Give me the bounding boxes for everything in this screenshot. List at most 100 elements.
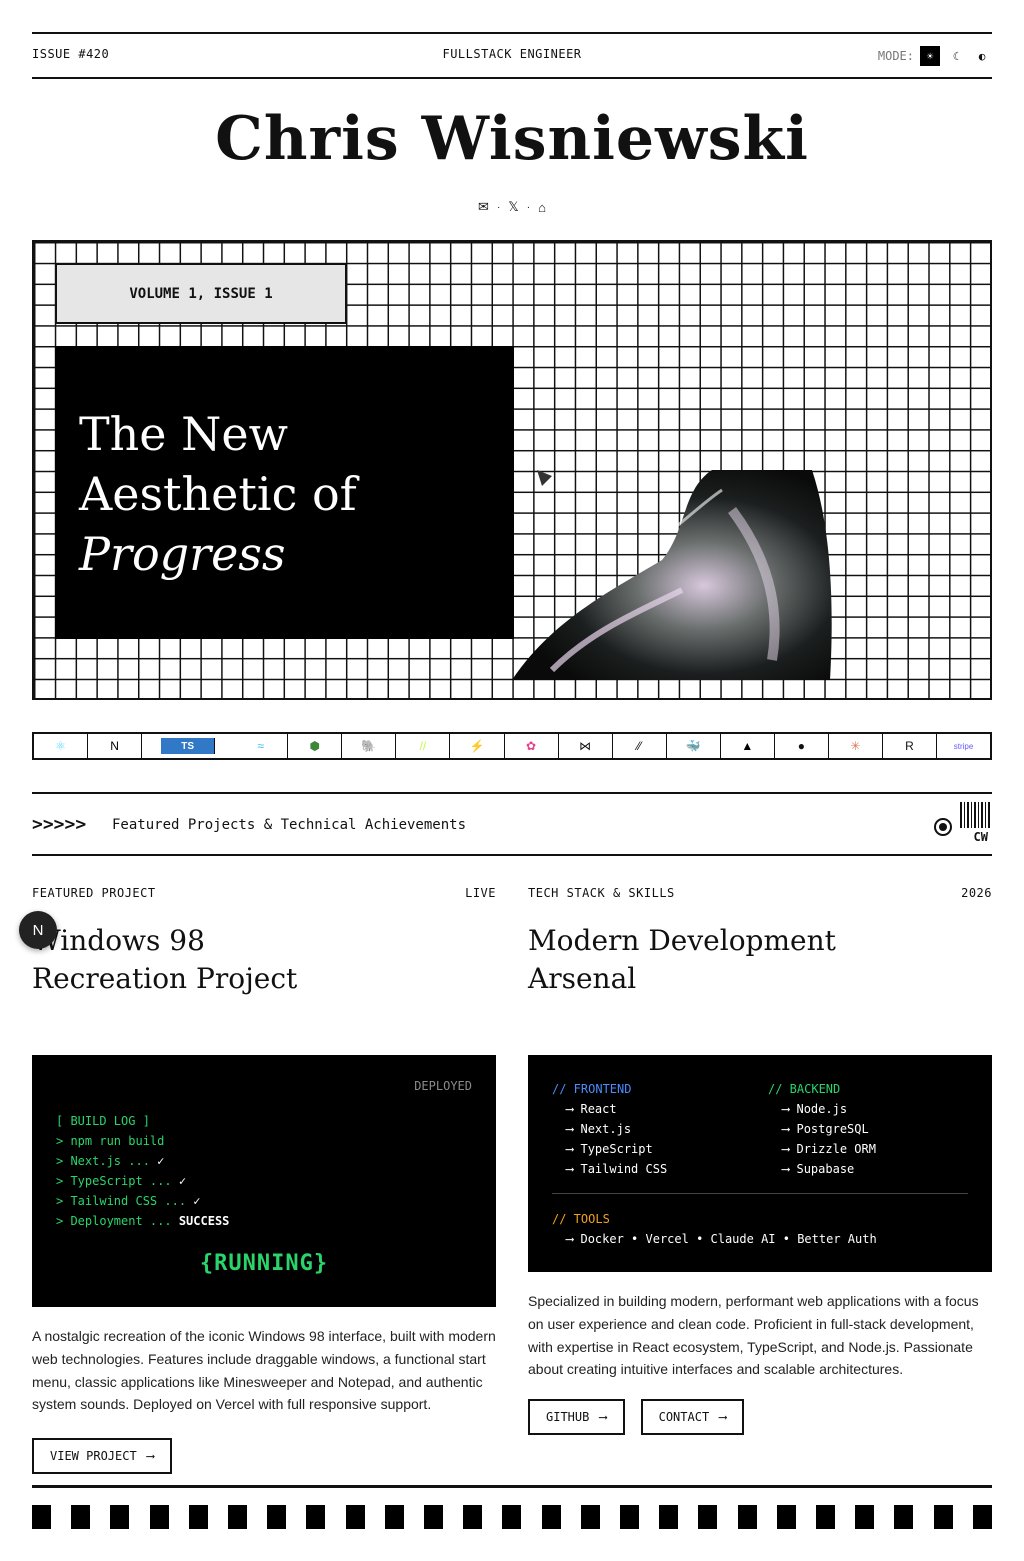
contact-button[interactable]: CONTACT ⟶ [640,1399,745,1436]
stack-item: ⟶ Supabase [782,1162,855,1176]
project-title-line-2: Recreation Project [32,962,298,995]
headline: The New Aesthetic of Progress [79,404,357,584]
github-label: GITHUB [546,1410,590,1425]
deployed-label: DEPLOYED [414,1079,472,1093]
role-title: FULLSTACK ENGINEER [442,47,582,61]
email-icon[interactable]: ✉ [478,199,489,215]
github-icon[interactable]: ⌂ [538,200,546,215]
build-terminal: DEPLOYED [ BUILD LOG ] > npm run build >… [32,1055,496,1307]
checker-square [894,1505,914,1529]
project-title: Windows 98 Recreation Project [32,922,496,998]
checker-square [228,1505,248,1529]
tools-group: // TOOLS ⟶ Docker • Vercel • Claude AI •… [552,1209,877,1249]
build-log: [ BUILD LOG ] > npm run build > Next.js … [56,1111,229,1231]
skills-title-line-2: Arsenal [528,962,637,995]
checker-square [659,1505,679,1529]
checker-square [188,1505,208,1529]
nextjs-devtools-button[interactable]: N [19,911,57,949]
contrast-mode-button[interactable]: ◐ [972,46,992,66]
frontend-group: // FRONTEND ⟶ React ⟶ Next.js ⟶ TypeScri… [552,1079,667,1179]
nextjs-icon: N [88,734,143,758]
divider [552,1193,968,1194]
light-mode-button[interactable]: ☀ [920,46,940,66]
backend-heading: // BACKEND [768,1082,841,1096]
barcode-label: CW [973,830,988,844]
hero-grid: VOLUME 1, ISSUE 1 The New Aesthetic of P… [32,240,992,700]
running-status: {RUNNING} [199,1251,329,1276]
banner-arrows: >>>>> [32,814,87,835]
featured-project: FEATURED PROJECT LIVE Windows 98 Recreat… [32,886,496,1475]
github-button[interactable]: GITHUB ⟶ [528,1399,625,1436]
top-bar: ISSUE #420 FULLSTACK ENGINEER MODE: ☀ ☾ … [32,32,992,79]
contact-label: CONTACT [658,1410,710,1425]
stack-terminal: // FRONTEND ⟶ React ⟶ Next.js ⟶ TypeScri… [528,1055,992,1272]
stack-item: ⟶ TypeScript [566,1142,653,1156]
view-project-label: VIEW PROJECT [50,1449,137,1464]
checker-square [698,1505,718,1529]
check-icon: ✓ [178,1174,187,1188]
frontend-heading: // FRONTEND [552,1082,632,1096]
site-title: Chris Wisniewski [215,104,809,174]
log-line: [ BUILD LOG ] [56,1114,150,1128]
stack-item: ⟶ Next.js [566,1122,632,1136]
checker-square [620,1505,640,1529]
skills-title: Modern Development Arsenal [528,922,992,998]
check-icon: ✓ [157,1154,165,1168]
volume-badge: VOLUME 1, ISSUE 1 [55,263,347,324]
mode-label: MODE: [877,49,914,63]
skills-kicker-label: TECH STACK & SKILLS [528,886,675,900]
x-twitter-icon[interactable]: 𝕏 [508,199,518,215]
checker-square [267,1505,287,1529]
checker-square [776,1505,796,1529]
view-project-button[interactable]: VIEW PROJECT ⟶ [32,1438,172,1475]
mode-switcher: MODE: ☀ ☾ ◐ [878,46,992,66]
stack-item: ⟶ Drizzle ORM [782,1142,876,1156]
checker-square [855,1505,875,1529]
barcode-icon [960,802,992,828]
tailwind-icon: ≈ [234,734,289,758]
vercel-icon: ▲ [721,734,775,758]
checker-square [149,1505,169,1529]
dark-mode-button[interactable]: ☾ [946,46,966,66]
drizzle-icon: // [396,734,451,758]
target-icon [934,818,952,836]
checker-square [463,1505,483,1529]
stack-item: ⟶ Tailwind CSS [566,1162,668,1176]
project-description: A nostalgic recreation of the iconic Win… [32,1328,496,1413]
backend-group: // BACKEND ⟶ Node.js ⟶ PostgreSQL ⟶ Driz… [768,1079,876,1179]
arrow-right-icon: ⟶ [719,1410,727,1425]
claude-icon: ✳ [829,734,883,758]
skills-description: Specialized in building modern, performa… [528,1293,979,1378]
checker-square [71,1505,91,1529]
typescript-icon: TS [161,738,216,754]
checker-square [306,1505,326,1529]
checker-square [424,1505,444,1529]
skills-kicker: TECH STACK & SKILLS 2026 [528,886,992,900]
checker-square [972,1505,992,1529]
headline-box: The New Aesthetic of Progress [55,346,514,639]
chrome-sculpture-image [512,470,832,680]
log-line: > Next.js ... ✓ [56,1154,165,1168]
stack-item: ⟶ React [566,1102,617,1116]
project-kicker-label: FEATURED PROJECT [32,886,156,900]
project-kicker: FEATURED PROJECT LIVE [32,886,496,900]
section-banner: >>>>> Featured Projects & Technical Achi… [32,792,992,856]
tools-heading: // TOOLS [552,1212,610,1226]
separator: · [496,201,501,213]
checker-pattern [32,1505,992,1529]
checker-square [580,1505,600,1529]
stack-item: ⟶ Node.js [782,1102,848,1116]
checker-square [384,1505,404,1529]
arrow-right-icon: ⟶ [599,1410,607,1425]
arrow-right-icon: ⟶ [146,1449,154,1464]
flower-icon: ✿ [505,734,559,758]
checker-square [502,1505,522,1529]
project-title-line-1: Windows 98 [32,924,205,957]
checker-square [737,1505,757,1529]
checker-square [345,1505,365,1529]
skills-year: 2026 [961,886,992,900]
supabase-icon: ⚡ [450,734,505,758]
social-links: ✉ · 𝕏 · ⌂ [0,199,1024,215]
docker-icon: 🐳 [667,734,721,758]
tech-stack: TECH STACK & SKILLS 2026 Modern Developm… [528,886,992,1436]
